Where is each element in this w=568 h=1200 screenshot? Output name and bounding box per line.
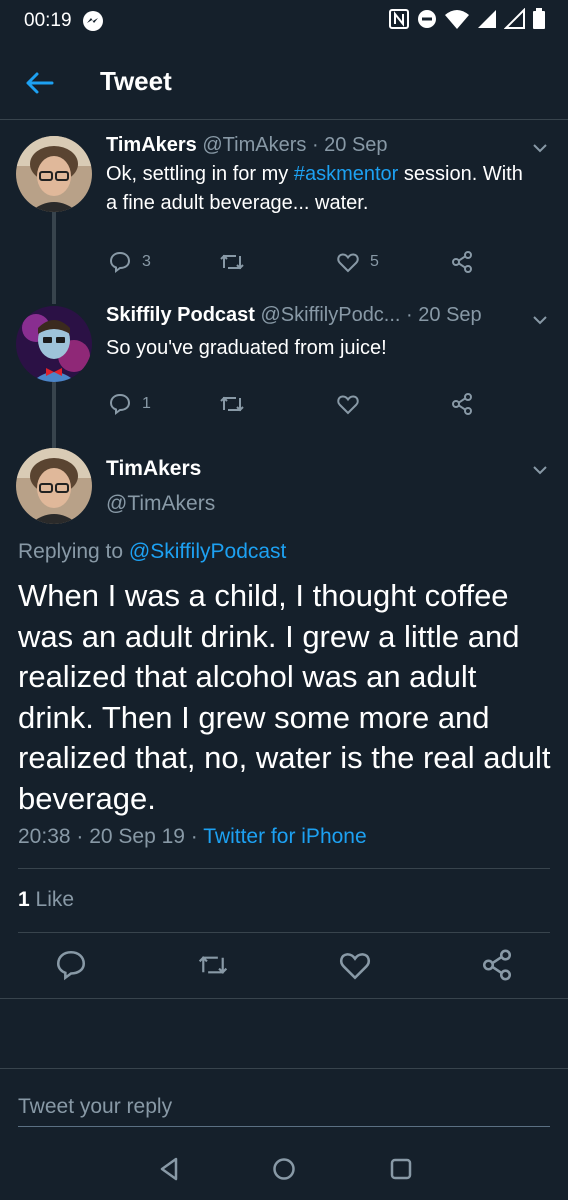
tweet-author-handle[interactable]: @TimAkers <box>202 134 306 156</box>
divider <box>0 998 568 999</box>
replying-to: Replying to @SkiffilyPodcast <box>18 540 286 564</box>
thread-connector <box>52 382 56 448</box>
page-title: Tweet <box>100 66 172 96</box>
share-button[interactable] <box>450 392 474 416</box>
nfc-icon <box>389 9 409 29</box>
main-author-handle[interactable]: @TimAkers <box>106 492 215 516</box>
replying-prefix: Replying to <box>18 540 129 563</box>
system-nav-bar <box>0 1138 568 1200</box>
reply-button[interactable]: 1 <box>108 392 151 416</box>
main-tweet-actions <box>0 948 568 984</box>
retweet-icon <box>220 396 244 412</box>
retweet-button[interactable] <box>218 392 246 416</box>
do-not-disturb-icon <box>418 10 436 28</box>
thread-connector <box>52 212 56 304</box>
hashtag-link[interactable]: #askmentor <box>294 163 399 185</box>
reply-icon <box>109 251 131 273</box>
share-icon[interactable] <box>480 948 514 982</box>
battery-icon <box>533 8 545 29</box>
tweet-text: So you've graduated from juice! <box>106 337 387 359</box>
avatar[interactable] <box>16 136 92 212</box>
tweet-time: · 20 Sep <box>311 134 388 156</box>
reply-count: 3 <box>142 253 151 270</box>
app-bar: Tweet <box>0 42 568 120</box>
chevron-down-icon[interactable] <box>530 460 550 480</box>
like-button[interactable]: 5 <box>336 250 379 274</box>
likes-number: 1 <box>18 888 30 911</box>
retweet-button[interactable] <box>218 250 246 274</box>
reply-icon[interactable] <box>54 948 88 982</box>
signal-icon <box>478 10 496 28</box>
nav-recents-icon[interactable] <box>386 1154 416 1184</box>
share-icon <box>452 251 472 273</box>
tweet-header: TimAkers @TimAkers · 20 Sep <box>106 134 388 157</box>
avatar-illustration <box>16 306 92 382</box>
replying-to-link[interactable]: @SkiffilyPodcast <box>129 540 287 563</box>
reply-bar <box>0 1068 568 1148</box>
chevron-down-icon[interactable] <box>530 310 550 330</box>
chevron-down-icon[interactable] <box>530 138 550 158</box>
tweet-header: Skiffily Podcast @SkiffilyPodc... · 20 S… <box>106 304 482 327</box>
main-tweet-text: When I was a child, I thought coffee was… <box>18 578 551 816</box>
tweet-timestamp: 20:38 · 20 Sep 19 · <box>18 825 204 848</box>
likes-label: Like <box>35 888 75 911</box>
tweet-text-part: Ok, settling in for my <box>106 163 294 185</box>
tweet-meta: 20:38 · 20 Sep 19 · Twitter for iPhone <box>18 825 367 849</box>
tweet-text: Ok, settling in for my #askmentor sessio… <box>106 160 536 218</box>
status-icons <box>388 8 546 30</box>
like-count: 5 <box>370 253 379 270</box>
retweet-icon[interactable] <box>196 948 230 982</box>
avatar-photo <box>16 136 92 212</box>
retweet-icon <box>220 254 244 270</box>
tweet-author-handle[interactable]: @SkiffilyPodc... <box>261 304 401 326</box>
tweet-source-link[interactable]: Twitter for iPhone <box>203 825 366 848</box>
messenger-icon <box>82 11 103 31</box>
status-time: 00:19 <box>24 10 72 31</box>
tweet-author-name[interactable]: Skiffily Podcast <box>106 304 255 326</box>
nav-back-icon[interactable] <box>154 1154 184 1184</box>
share-button[interactable] <box>450 250 474 274</box>
like-icon <box>337 253 359 273</box>
like-button[interactable] <box>336 392 370 416</box>
status-bar: 00:19 <box>0 0 568 42</box>
back-arrow-icon[interactable] <box>22 66 56 100</box>
nav-home-icon[interactable] <box>269 1154 299 1184</box>
reply-count: 1 <box>142 395 151 412</box>
likes-count-link[interactable]: 1 Like <box>18 888 74 912</box>
avatar[interactable] <box>16 306 92 382</box>
signal-2-icon <box>504 8 525 29</box>
avatar-photo <box>16 448 92 524</box>
divider <box>18 932 550 933</box>
tweet-author-name[interactable]: TimAkers <box>106 134 197 156</box>
reply-input[interactable] <box>18 1087 550 1127</box>
share-icon <box>452 393 472 415</box>
main-author-name[interactable]: TimAkers <box>106 457 201 481</box>
reply-icon <box>109 393 131 415</box>
like-icon <box>337 395 359 415</box>
reply-button[interactable]: 3 <box>108 250 151 274</box>
tweet-time: · 20 Sep <box>406 304 482 326</box>
like-icon[interactable] <box>338 948 372 982</box>
tweet-actions: 3 5 <box>106 250 506 280</box>
tweet-actions: 1 <box>106 392 506 422</box>
avatar[interactable] <box>16 448 92 524</box>
divider <box>18 868 550 869</box>
wifi-icon <box>445 10 469 29</box>
